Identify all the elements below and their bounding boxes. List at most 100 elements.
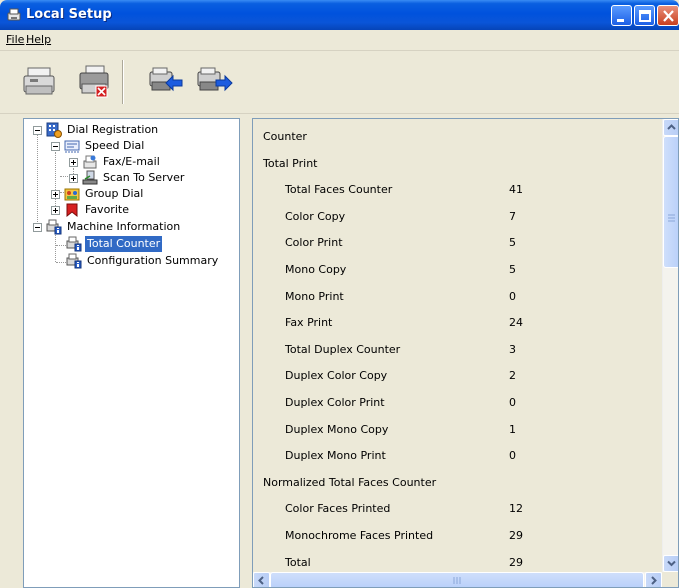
counter-name: Color Faces Printed (285, 502, 391, 516)
counter-name: Normalized Total Faces Counter (263, 475, 437, 489)
vertical-scrollbar[interactable] (662, 119, 678, 572)
counter-row: Color Faces Printed 12 (253, 496, 662, 522)
printer-import-icon (149, 67, 183, 92)
counter-name: Monochrome Faces Printed (285, 529, 434, 542)
tree-label: Favorite (85, 203, 129, 216)
counter-name: Total Print (263, 156, 318, 170)
scroll-down-button[interactable] (663, 555, 678, 572)
printer-export-icon (197, 67, 233, 92)
chevron-left-icon (258, 576, 264, 585)
expand-group-dial[interactable] (51, 190, 60, 199)
tree-line (55, 152, 56, 214)
expand-fax-email[interactable] (69, 158, 78, 167)
counter-value: 5 (509, 236, 516, 250)
horizontal-scroll-thumb[interactable] (270, 572, 644, 587)
machine-information-icon (46, 219, 62, 235)
speed-dial-icon (64, 138, 80, 154)
printer-import-button[interactable] (146, 64, 186, 100)
collapse-speed-dial[interactable] (51, 142, 60, 151)
printer-button[interactable] (20, 64, 60, 100)
menu-bar: File Help (0, 30, 679, 50)
title-bar[interactable]: Local Setup (0, 0, 679, 30)
favorite-icon (64, 202, 80, 218)
grip-icon (668, 214, 675, 222)
expand-favorite[interactable] (51, 206, 60, 215)
chevron-up-icon (667, 124, 676, 130)
scroll-right-button[interactable] (645, 572, 662, 587)
counter-row: Duplex Mono Print 0 (253, 443, 662, 469)
group-dial-icon (64, 186, 80, 202)
menu-file[interactable]: File (6, 33, 24, 46)
counter-value: 5 (509, 263, 516, 276)
counter-name: Fax Print (285, 316, 333, 330)
vertical-scroll-thumb[interactable] (663, 136, 678, 268)
tree-label: Dial Registration (67, 123, 159, 136)
tree-item-dial-registration[interactable]: Dial Registration (46, 122, 160, 138)
tree-label: Machine Information (67, 220, 181, 233)
collapse-machine-information[interactable] (33, 223, 42, 232)
tree-item-scan-to-server[interactable]: Scan To Server (82, 170, 186, 186)
counter-row: Duplex Mono Copy 1 (253, 417, 662, 443)
panel-splitter[interactable] (240, 118, 252, 588)
counter-value: 7 (509, 209, 516, 223)
dial-registration-icon (46, 122, 62, 138)
expand-scan-to-server[interactable] (69, 174, 78, 183)
minimize-button[interactable] (611, 5, 632, 26)
minimize-icon (617, 19, 624, 22)
counter-value: 1 (509, 422, 516, 436)
counter-row: Monochrome Faces Printed 29 (253, 523, 662, 549)
collapse-dial-registration[interactable] (33, 126, 42, 135)
counter-row: Duplex Color Copy 2 (253, 363, 662, 389)
toolbar-separator (122, 60, 124, 104)
counter-row: Mono Copy 5 (253, 257, 662, 283)
menu-help[interactable]: Help (26, 33, 51, 46)
printer-delete-icon (79, 65, 109, 98)
tree-label: Fax/E-mail (103, 155, 160, 168)
counter-name: Mono Copy (285, 263, 347, 276)
counter-row: Total 29 (253, 550, 662, 572)
scroll-up-button[interactable] (663, 119, 678, 136)
counter-value: 0 (509, 396, 516, 409)
scrollbar-corner (662, 572, 678, 587)
printer-icon (23, 67, 55, 95)
tree-item-machine-information[interactable]: Machine Information (46, 219, 182, 235)
total-counter-icon (66, 236, 82, 252)
tree-item-fax-email[interactable]: Fax/E-mail (82, 154, 162, 170)
maximize-icon (639, 10, 651, 22)
maximize-button[interactable] (634, 5, 655, 26)
counter-row: Color Print 5 (253, 230, 662, 256)
chevron-down-icon (667, 560, 676, 567)
tree-item-total-counter[interactable]: Total Counter (66, 236, 163, 252)
printer-delete-button[interactable] (76, 64, 116, 100)
window-title: Local Setup (26, 7, 112, 22)
configuration-summary-icon (66, 253, 82, 269)
counter-row: Mono Print 0 (253, 284, 662, 310)
counter-name: Duplex Color Copy (285, 369, 388, 383)
counter-name: Duplex Color Print (285, 396, 385, 409)
tree-item-favorite[interactable]: Favorite (64, 202, 131, 218)
fax-email-icon (82, 154, 98, 170)
horizontal-scrollbar[interactable] (253, 572, 662, 587)
tree-label: Scan To Server (103, 171, 185, 184)
counter-value: 24 (509, 316, 523, 330)
counter-value: 12 (509, 502, 523, 516)
tree-label: Total Counter (85, 236, 163, 252)
counter-name: Duplex Mono Print (285, 449, 386, 463)
counter-row: Total Faces Counter 41 (253, 177, 662, 203)
counter-value: 2 (509, 369, 516, 383)
printer-export-button[interactable] (196, 64, 236, 100)
tree-item-configuration-summary[interactable]: Configuration Summary (66, 253, 220, 269)
tree-item-group-dial[interactable]: Group Dial (64, 186, 145, 202)
counter-value: 41 (509, 183, 523, 197)
counter-section-header: Total Print (253, 151, 662, 177)
counter-name: Counter (263, 130, 307, 143)
counter-name: Total Duplex Counter (285, 342, 401, 356)
navigation-tree[interactable]: Dial Registration Speed Dial Fax/E-mail … (23, 118, 240, 588)
counter-name: Mono Print (285, 289, 344, 303)
counter-value: 29 (509, 529, 523, 542)
close-button[interactable] (657, 5, 679, 26)
scroll-left-button[interactable] (253, 572, 270, 587)
scan-to-server-icon (82, 170, 98, 186)
counter-name: Total (285, 555, 311, 569)
tree-item-speed-dial[interactable]: Speed Dial (64, 138, 146, 154)
